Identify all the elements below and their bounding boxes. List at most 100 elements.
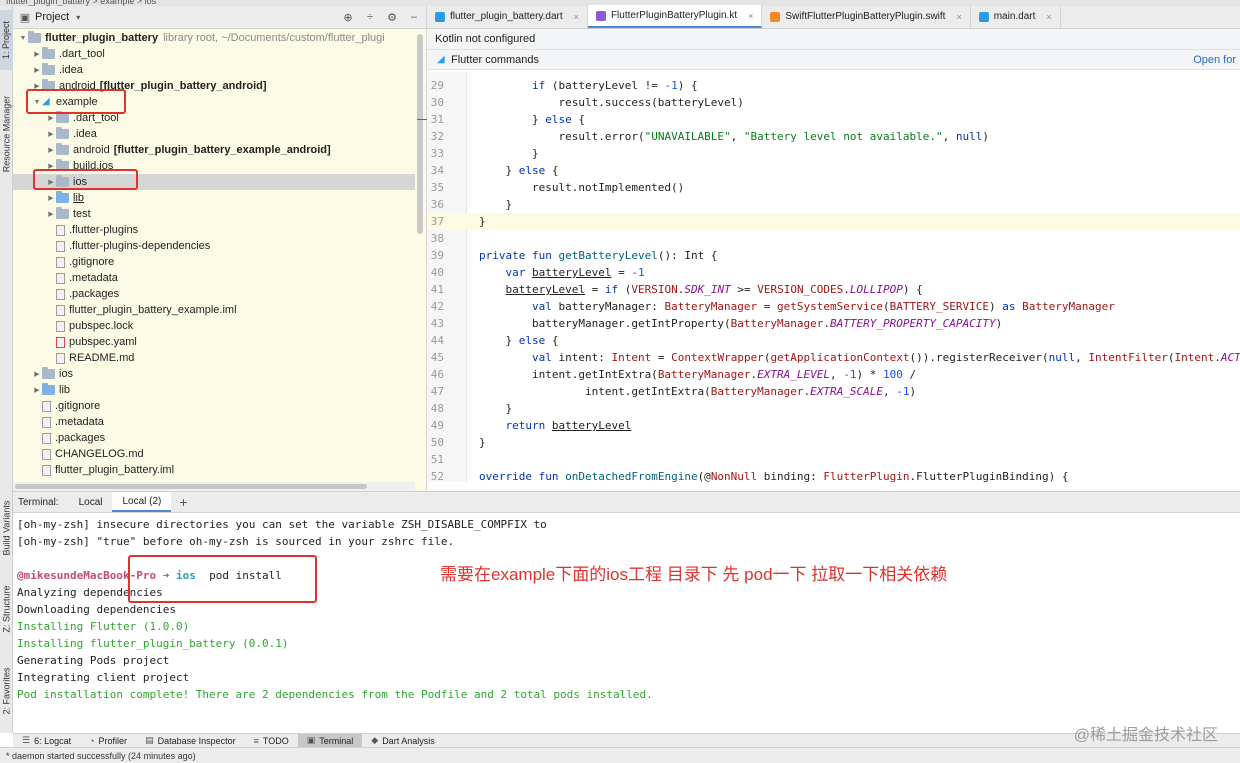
caret-right-icon[interactable]: ▶ xyxy=(46,178,56,186)
chevron-down-icon[interactable]: ▾ xyxy=(72,11,84,23)
editor-tab[interactable]: FlutterPluginBatteryPlugin.kt × xyxy=(587,5,763,28)
tool-tab-favorites[interactable]: 2: Favorites xyxy=(0,656,13,726)
code-line[interactable]: 52 override fun onDetachedFromEngine(@Non… xyxy=(427,468,1240,482)
vertical-scrollbar[interactable] xyxy=(417,34,423,234)
tool-tab-project[interactable]: 1: Project xyxy=(0,10,13,70)
terminal-output[interactable]: [oh-my-zsh] insecure directories you can… xyxy=(17,516,1217,703)
terminal-tab-local[interactable]: Local xyxy=(69,492,113,512)
close-icon[interactable]: × xyxy=(1046,12,1051,22)
tree-item[interactable]: ▶ build.ios xyxy=(13,158,415,174)
code-line[interactable]: 32 result.error("UNAVAILABLE", "Battery … xyxy=(427,128,1240,145)
tree-item[interactable]: ▶ test xyxy=(13,206,415,222)
code-line[interactable]: 45 val intent: Intent = ContextWrapper(g… xyxy=(427,349,1240,366)
tree-item[interactable]: .flutter-plugins xyxy=(13,222,415,238)
caret-right-icon[interactable]: ▶ xyxy=(46,114,56,122)
editor-tab[interactable]: main.dart × xyxy=(971,5,1061,28)
tree-item[interactable]: .packages xyxy=(13,286,415,302)
tree-item[interactable]: .metadata xyxy=(13,270,415,286)
tree-item[interactable]: ▶ ios xyxy=(13,366,415,382)
tool-window-button[interactable]: ☰ 6: Logcat xyxy=(13,734,80,748)
tool-window-button[interactable]: ≡ TODO xyxy=(245,734,298,748)
code-line[interactable]: 38 xyxy=(427,230,1240,247)
tree-item[interactable]: ▼ flutter_plugin_battery library root, ~/D… xyxy=(13,30,415,46)
tree-item[interactable]: .flutter-plugins-dependencies xyxy=(13,238,415,254)
horizontal-scrollbar[interactable] xyxy=(13,482,415,491)
caret-right-icon[interactable]: ▶ xyxy=(32,386,42,394)
code-line[interactable]: 46 intent.getIntExtra(BatteryManager.EXT… xyxy=(427,366,1240,383)
tree-item[interactable]: ▶ .idea xyxy=(13,62,415,78)
tree-item[interactable]: flutter_plugin_battery.iml xyxy=(13,462,415,478)
gear-icon[interactable]: ⚙ xyxy=(386,11,398,24)
editor-tab[interactable]: SwiftFlutterPluginBatteryPlugin.swift × xyxy=(762,5,971,28)
code-line[interactable]: 51 xyxy=(427,451,1240,468)
tree-item[interactable]: ▶ .dart_tool xyxy=(13,46,415,62)
tree-item[interactable]: ▼ ◢ example xyxy=(13,94,415,110)
code-line[interactable]: 43 batteryManager.getIntProperty(Battery… xyxy=(427,315,1240,332)
caret-right-icon[interactable]: ▶ xyxy=(32,50,42,58)
open-for-editing-link[interactable]: Open for xyxy=(1193,54,1240,66)
code-line[interactable]: 35 result.notImplemented() xyxy=(427,179,1240,196)
code-line[interactable]: 30 result.success(batteryLevel) xyxy=(427,94,1240,111)
tool-window-button[interactable]: ◆ Dart Analysis xyxy=(362,734,443,748)
tree-item[interactable]: flutter_plugin_battery_example.iml xyxy=(13,302,415,318)
caret-right-icon[interactable]: ▶ xyxy=(46,194,56,202)
code-line[interactable]: 40 var batteryLevel = -1 xyxy=(427,264,1240,281)
tree-item[interactable]: CHANGELOG.md xyxy=(13,446,415,462)
code-line[interactable]: 41 batteryLevel = if (VERSION.SDK_INT >=… xyxy=(427,281,1240,298)
tree-item[interactable]: pubspec.yaml xyxy=(13,334,415,350)
tree-item[interactable]: .gitignore xyxy=(13,254,415,270)
caret-right-icon[interactable]: ▶ xyxy=(46,162,56,170)
code-line[interactable]: 50} xyxy=(427,434,1240,451)
editor-tab[interactable]: flutter_plugin_battery.dart × xyxy=(427,5,588,28)
code-line[interactable]: 39 private fun getBatteryLevel(): Int { xyxy=(427,247,1240,264)
tree-item[interactable]: .packages xyxy=(13,430,415,446)
terminal-tab-local-2[interactable]: Local (2) xyxy=(112,492,172,512)
code-line[interactable]: 29 if (batteryLevel != -1) { xyxy=(427,77,1240,94)
tool-tab-structure[interactable]: Z: Structure xyxy=(0,578,13,640)
tree-item[interactable]: ▶ android [flutter_plugin_battery_android] xyxy=(13,78,415,94)
tree-item[interactable]: pubspec.lock xyxy=(13,318,415,334)
add-terminal-icon[interactable]: + xyxy=(171,492,195,512)
code-line[interactable]: 37} xyxy=(427,213,1240,230)
locate-icon[interactable]: ⊕ xyxy=(342,11,354,24)
tree-item[interactable]: ▶ lib xyxy=(13,382,415,398)
code-line[interactable]: 47 intent.getIntExtra(BatteryManager.EXT… xyxy=(427,383,1240,400)
caret-down-icon[interactable]: ▼ xyxy=(32,99,42,106)
tool-window-button[interactable]: ◔ Profiler xyxy=(80,734,136,748)
tree-item[interactable]: ▶ android [flutter_plugin_battery_example_… xyxy=(13,142,415,158)
caret-down-icon[interactable]: ▼ xyxy=(18,35,28,42)
tool-window-button[interactable]: ▤ Database Inspector xyxy=(136,734,245,748)
close-icon[interactable]: × xyxy=(574,12,579,22)
caret-right-icon[interactable]: ▶ xyxy=(46,210,56,218)
collapse-all-icon[interactable]: ÷ xyxy=(364,11,376,23)
tool-window-button[interactable]: ▣ Terminal xyxy=(297,733,363,748)
code-line[interactable]: 33 } xyxy=(427,145,1240,162)
change-marker xyxy=(417,119,427,120)
tree-item[interactable]: README.md xyxy=(13,350,415,366)
tree-item[interactable]: .metadata xyxy=(13,414,415,430)
code-line[interactable]: 31 } else { xyxy=(427,111,1240,128)
close-icon[interactable]: × xyxy=(748,11,753,21)
caret-right-icon[interactable]: ▶ xyxy=(32,82,42,90)
tree-item[interactable]: ▶ lib xyxy=(13,190,415,206)
code-line[interactable]: 34 } else { xyxy=(427,162,1240,179)
tree-item[interactable]: ▶ ios xyxy=(13,174,415,190)
caret-right-icon[interactable]: ▶ xyxy=(46,146,56,154)
code-line[interactable]: 36 } xyxy=(427,196,1240,213)
tree-item-label: .dart_tool xyxy=(59,48,105,60)
caret-right-icon[interactable]: ▶ xyxy=(46,130,56,138)
code-line[interactable]: 42 val batteryManager: BatteryManager = … xyxy=(427,298,1240,315)
tree-item[interactable]: .gitignore xyxy=(13,398,415,414)
code-line[interactable]: 49 return batteryLevel xyxy=(427,417,1240,434)
code-area[interactable]: 29 if (batteryLevel != -1) {30 result.su… xyxy=(427,72,1240,482)
code-line[interactable]: 44 } else { xyxy=(427,332,1240,349)
code-line[interactable]: 48 } xyxy=(427,400,1240,417)
close-icon[interactable]: × xyxy=(956,12,961,22)
tree-item[interactable]: ▶ .dart_tool xyxy=(13,110,415,126)
tool-tab-resource-manager[interactable]: Resource Manager xyxy=(0,88,13,180)
tool-tab-build-variants[interactable]: Build Variants xyxy=(0,492,13,564)
caret-right-icon[interactable]: ▶ xyxy=(32,66,42,74)
caret-right-icon[interactable]: ▶ xyxy=(32,370,42,378)
hide-icon[interactable]: – xyxy=(408,11,420,23)
tree-item[interactable]: ▶ .idea xyxy=(13,126,415,142)
